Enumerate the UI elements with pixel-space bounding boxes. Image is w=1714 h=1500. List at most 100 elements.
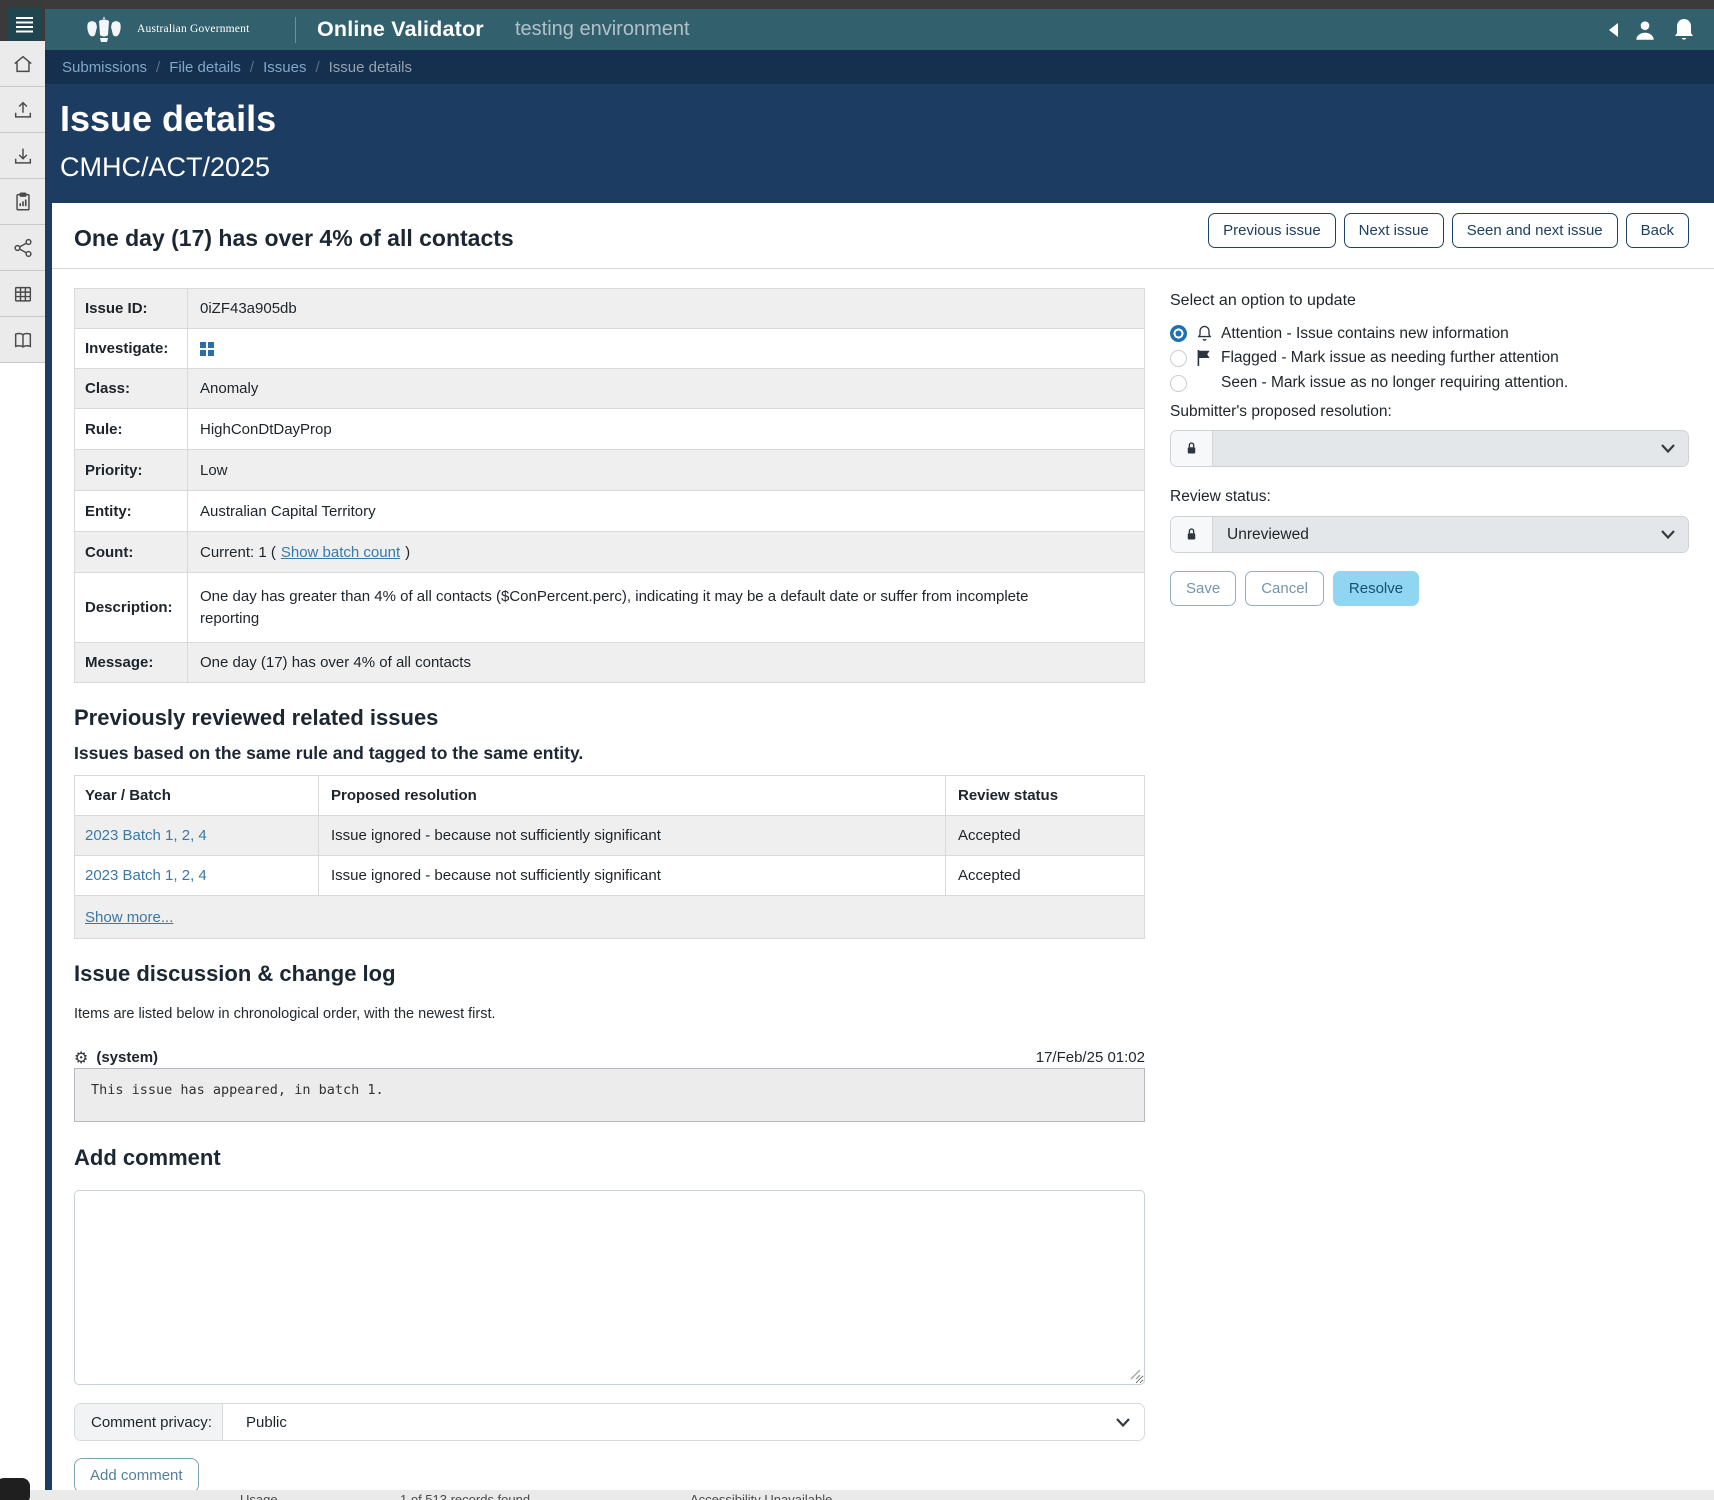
lock-icon [1171, 431, 1213, 466]
sidebar-header-block [0, 0, 45, 41]
row-value: Current: 1 ( Show batch count ) [188, 532, 1144, 572]
app-title: Online Validator [317, 17, 484, 42]
breadcrumb: Submissions / File details / Issues / Is… [62, 59, 412, 76]
bell-outline-icon [1194, 324, 1214, 343]
resolution-cell: Issue ignored - because not sufficiently… [319, 856, 946, 895]
status-cell: Accepted [946, 856, 1144, 895]
issue-nav-buttons: Previous issue Next issue Seen and next … [1208, 213, 1689, 248]
row-value: Australian Capital Territory [188, 491, 1144, 531]
book-icon [12, 329, 34, 351]
investigate-grid-icon[interactable] [200, 342, 214, 356]
header-divider [295, 17, 296, 43]
row-label: Entity: [75, 491, 188, 531]
bell-icon[interactable] [1672, 17, 1696, 43]
seen-and-next-issue-button[interactable]: Seen and next issue [1452, 213, 1618, 248]
add-comment-button[interactable]: Add comment [74, 1458, 199, 1493]
issue-details-page: Australian Government Online Validator t… [0, 0, 1714, 1500]
resolve-button[interactable]: Resolve [1333, 571, 1419, 606]
count-prefix: Current: 1 ( [200, 544, 276, 561]
environment-label: testing environment [515, 18, 690, 41]
card-divider [52, 268, 1714, 269]
comment-textarea[interactable] [74, 1190, 1145, 1385]
table-icon [12, 283, 34, 305]
radio-unselected[interactable] [1170, 350, 1187, 367]
footer-strip: Usage 1 of 513 records found Accessibili… [28, 1490, 1714, 1500]
resolution-label: Submitter's proposed resolution: [1170, 403, 1392, 421]
review-status-select[interactable]: Unreviewed [1170, 516, 1689, 553]
save-button[interactable]: Save [1170, 571, 1236, 606]
sidebar-item-download[interactable] [0, 133, 45, 179]
update-panel-heading: Select an option to update [1170, 292, 1356, 310]
row-label: Count: [75, 532, 188, 572]
table-row-class: Class: Anomaly [75, 369, 1144, 409]
table-row-message: Message: One day (17) has over 4% of all… [75, 643, 1144, 682]
comment-privacy-group: Comment privacy: Public [74, 1403, 1145, 1441]
page-title: Issue details [60, 98, 276, 140]
year-batch-link[interactable]: 2023 Batch 1, 2, 4 [85, 867, 207, 884]
comment-privacy-select[interactable]: Public [223, 1404, 1144, 1440]
chevron-down-icon [1661, 444, 1675, 453]
show-batch-count-link[interactable]: Show batch count [281, 544, 400, 561]
sidebar [0, 41, 45, 1500]
hamburger-menu-button[interactable] [8, 8, 41, 41]
update-panel-buttons: Save Cancel Resolve [1170, 571, 1419, 606]
radio-label: Flagged - Mark issue as needing further … [1221, 349, 1559, 367]
issue-details-table: Issue ID: 0iZF43a905db Investigate: Clas… [74, 288, 1145, 683]
breadcrumb-separator: / [315, 59, 319, 76]
next-issue-button[interactable]: Next issue [1344, 213, 1444, 248]
back-button[interactable]: Back [1626, 213, 1689, 248]
discussion-note: Items are listed below in chronological … [74, 1006, 496, 1022]
page-header: Issue details CMHC/ACT/2025 [45, 84, 1714, 203]
radio-selected[interactable] [1170, 325, 1187, 342]
sidebar-item-share[interactable] [0, 225, 45, 271]
show-more-link[interactable]: Show more... [85, 909, 173, 926]
review-status-select-value: Unreviewed [1213, 517, 1688, 552]
home-icon [12, 53, 34, 75]
breadcrumb-link-submissions[interactable]: Submissions [62, 59, 147, 76]
user-icon[interactable] [1632, 17, 1658, 43]
radio-label: Seen - Mark issue as no longer requiring… [1221, 374, 1568, 392]
breadcrumb-link-file-details[interactable]: File details [169, 59, 241, 76]
row-value: HighConDtDayProp [188, 409, 1144, 449]
year-batch-link[interactable]: 2023 Batch 1, 2, 4 [85, 827, 207, 844]
previous-issue-button[interactable]: Previous issue [1208, 213, 1336, 248]
footer-fragment: 1 of 513 records found [400, 1492, 530, 1500]
radio-option-flagged[interactable]: Flagged - Mark issue as needing further … [1170, 349, 1559, 367]
table-row-count: Count: Current: 1 ( Show batch count ) [75, 532, 1144, 573]
related-issues-heading: Previously reviewed related issues [74, 705, 438, 731]
log-entry-header: ⚙ (system) 17/Feb/25 01:02 [74, 1048, 1145, 1067]
table-row: 2023 Batch 1, 2, 4 Issue ignored - becau… [75, 856, 1144, 896]
issue-heading: One day (17) has over 4% of all contacts [74, 225, 514, 252]
log-entry-author: (system) [96, 1049, 158, 1066]
top-window-strip [0, 0, 1714, 9]
log-entry-message: This issue has appeared, in batch 1. [74, 1068, 1145, 1122]
breadcrumb-separator: / [250, 59, 254, 76]
radio-unselected[interactable] [1170, 375, 1187, 392]
content-card: One day (17) has over 4% of all contacts… [52, 203, 1714, 1490]
clipboard-chart-icon [12, 191, 34, 213]
radio-option-attention[interactable]: Attention - Issue contains new informati… [1170, 324, 1509, 343]
sidebar-item-documentation[interactable] [0, 317, 45, 363]
corner-widget-button[interactable] [0, 1478, 30, 1500]
sidebar-item-home[interactable] [0, 41, 45, 87]
table-row-rule: Rule: HighConDtDayProp [75, 409, 1144, 450]
radio-option-seen[interactable]: Seen - Mark issue as no longer requiring… [1170, 374, 1568, 392]
sidebar-item-tables[interactable] [0, 271, 45, 317]
left-navy-strip [45, 203, 52, 1490]
lock-icon [1171, 517, 1213, 552]
row-value: Anomaly [188, 369, 1144, 408]
column-header-proposed-resolution: Proposed resolution [319, 776, 946, 815]
breadcrumb-link-issues[interactable]: Issues [263, 59, 306, 76]
resolution-select[interactable] [1170, 430, 1689, 467]
flag-icon [1194, 349, 1214, 367]
row-label: Priority: [75, 450, 188, 490]
download-icon [12, 145, 34, 167]
cancel-button[interactable]: Cancel [1245, 571, 1324, 606]
sidebar-item-reports[interactable] [0, 179, 45, 225]
description-text: One day has greater than 4% of all conta… [200, 586, 1080, 630]
chevron-down-icon [1661, 530, 1675, 539]
chevron-left-icon[interactable] [1609, 23, 1618, 37]
table-row: 2023 Batch 1, 2, 4 Issue ignored - becau… [75, 816, 1144, 856]
chevron-down-icon [1116, 1418, 1130, 1427]
sidebar-item-upload[interactable] [0, 87, 45, 133]
